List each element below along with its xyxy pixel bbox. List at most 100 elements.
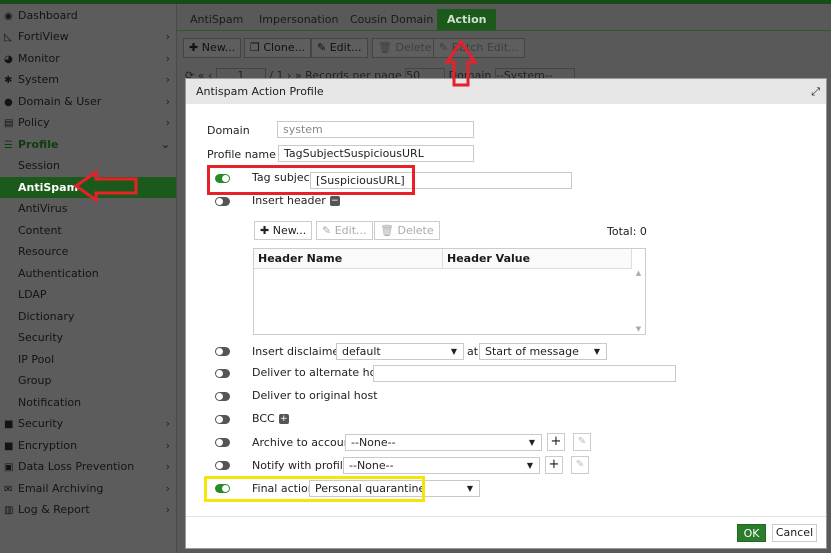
new-button[interactable]: ✚ New... xyxy=(183,38,242,58)
disclaimer-position-select[interactable]: Start of message xyxy=(479,343,607,360)
pie-icon: ◕ xyxy=(4,54,13,65)
header-new-button[interactable]: ✚ New... xyxy=(254,221,313,240)
trash-icon: 🗑 xyxy=(378,41,392,54)
sidebar-item-security[interactable]: ■ Security › xyxy=(0,413,176,434)
header-edit-button[interactable]: ✎ Edit... xyxy=(316,221,373,240)
chart-icon: ◺ xyxy=(4,32,12,43)
insert-header-label: Insert header − xyxy=(252,194,340,207)
final-action-toggle[interactable] xyxy=(215,484,230,493)
tab-impersonation[interactable]: Impersonation xyxy=(249,9,348,30)
collapse-icon[interactable]: − xyxy=(329,196,340,206)
sidebar: ◉ Dashboard ◺ FortiView › ◕ Monitor › ✱ System… xyxy=(0,4,177,553)
domain-label: Domain xyxy=(207,124,250,137)
sidebar-item-session[interactable]: Session xyxy=(0,155,176,176)
insert-disclaimer-label: Insert disclaimer xyxy=(252,345,344,358)
chevron-down-icon: ⌄ xyxy=(160,138,170,151)
clone-icon: ❐ xyxy=(250,41,260,54)
plus-icon: ✚ xyxy=(260,224,270,237)
header-table: Header Name Header Value ▲ ▼ xyxy=(253,248,646,335)
edit-icon: ✎ xyxy=(317,41,327,54)
add-archive-button[interactable]: + xyxy=(547,433,565,451)
policy-icon: ▤ xyxy=(4,118,14,129)
table-scrollbar[interactable]: ▲ ▼ xyxy=(632,269,645,334)
deliver-original-host-label: Deliver to original host xyxy=(252,389,378,402)
profile-name-field[interactable]: TagSubjectSuspiciousURL xyxy=(278,145,474,162)
header-delete-button[interactable]: 🗑 Delete xyxy=(374,221,440,240)
pencil-icon: ✎ xyxy=(439,41,449,54)
edit-button[interactable]: ✎ Edit... xyxy=(311,38,368,58)
sidebar-item-group[interactable]: Group xyxy=(0,370,176,391)
chevron-right-icon: › xyxy=(165,95,170,108)
archive-toggle[interactable] xyxy=(215,438,230,447)
mail-icon: ✉ xyxy=(4,484,13,495)
disclaimer-select[interactable]: default xyxy=(336,343,464,360)
tab-action[interactable]: Action xyxy=(437,9,497,30)
sidebar-item-dictionary[interactable]: Dictionary xyxy=(0,306,176,327)
sidebar-item-notification[interactable]: Notification xyxy=(0,392,176,413)
dialog-title: Antispam Action Profile xyxy=(196,85,324,98)
chevron-right-icon: › xyxy=(165,439,170,452)
tab-divider xyxy=(177,30,831,31)
chevron-right-icon: › xyxy=(165,482,170,495)
sidebar-item-content[interactable]: Content xyxy=(0,220,176,241)
report-icon: ▥ xyxy=(4,505,14,516)
tag-subject-toggle[interactable] xyxy=(215,174,230,183)
cancel-button[interactable]: Cancel xyxy=(772,524,817,542)
sidebar-item-ldap[interactable]: LDAP xyxy=(0,284,176,305)
expand-icon[interactable]: + xyxy=(278,414,289,424)
sidebar-item-profile[interactable]: ☰ Profile ⌄ xyxy=(0,134,176,155)
clone-button[interactable]: ❐ Clone... xyxy=(244,38,312,58)
dialog-footer-divider xyxy=(186,516,826,517)
sidebar-item-antispam[interactable]: AntiSpam xyxy=(0,177,176,198)
gear-icon: ✱ xyxy=(4,75,13,86)
final-action-label: Final action xyxy=(252,482,315,495)
sidebar-item-security-profile[interactable]: Security xyxy=(0,327,176,348)
bcc-toggle[interactable] xyxy=(215,415,230,424)
sidebar-item-system[interactable]: ✱ System › xyxy=(0,69,176,90)
final-action-select[interactable]: Personal quarantine xyxy=(309,480,480,497)
sidebar-item-monitor[interactable]: ◕ Monitor › xyxy=(0,48,176,69)
sidebar-item-email-archiving[interactable]: ✉ Email Archiving › xyxy=(0,478,176,499)
sidebar-item-policy[interactable]: ▤ Policy › xyxy=(0,112,176,133)
ok-button[interactable]: OK xyxy=(737,524,766,542)
alternate-host-field[interactable] xyxy=(373,365,676,382)
sidebar-item-domain-user[interactable]: ● Domain & User › xyxy=(0,91,176,112)
sidebar-item-resource[interactable]: Resource xyxy=(0,241,176,262)
chevron-right-icon: › xyxy=(165,30,170,43)
insert-disclaimer-toggle[interactable] xyxy=(215,347,230,356)
dlp-icon: ▣ xyxy=(4,462,14,473)
deliver-alternate-host-toggle[interactable] xyxy=(215,369,230,378)
chevron-right-icon: › xyxy=(165,460,170,473)
notify-toggle[interactable] xyxy=(215,461,230,470)
archive-account-select[interactable]: --None-- xyxy=(345,434,542,451)
sidebar-item-encryption[interactable]: ■ Encryption › xyxy=(0,435,176,456)
sidebar-item-authentication[interactable]: Authentication xyxy=(0,263,176,284)
deliver-original-host-toggle[interactable] xyxy=(215,392,230,401)
maximize-icon[interactable]: ⤢ xyxy=(811,79,820,104)
chevron-right-icon: › xyxy=(165,52,170,65)
batch-edit-button[interactable]: ✎ Batch Edit... xyxy=(433,38,525,58)
sidebar-item-log-report[interactable]: ▥ Log & Report › xyxy=(0,499,176,520)
edit-archive-button[interactable]: ✎ xyxy=(573,433,591,451)
column-header-value[interactable]: Header Value xyxy=(443,249,632,269)
sidebar-item-dashboard[interactable]: ◉ Dashboard xyxy=(0,5,176,26)
sidebar-item-ip-pool[interactable]: IP Pool xyxy=(0,349,176,370)
chevron-right-icon: › xyxy=(165,417,170,430)
sidebar-item-dlp[interactable]: ▣ Data Loss Prevention › xyxy=(0,456,176,477)
column-header-name[interactable]: Header Name xyxy=(254,249,443,269)
tab-antispam[interactable]: AntiSpam xyxy=(180,9,253,30)
sidebar-item-antivirus[interactable]: AntiVirus xyxy=(0,198,176,219)
domain-field: system xyxy=(277,121,474,138)
insert-header-toggle[interactable] xyxy=(215,197,230,206)
notify-profile-select[interactable]: --None-- xyxy=(343,457,540,474)
add-notify-button[interactable]: + xyxy=(545,456,563,474)
bcc-label: BCC + xyxy=(252,412,289,425)
header-total: Total: 0 xyxy=(607,225,647,238)
archive-label: Archive to account xyxy=(252,436,356,449)
edit-notify-button[interactable]: ✎ xyxy=(571,456,589,474)
tag-subject-field[interactable]: [SuspiciousURL] xyxy=(310,172,572,189)
user-icon: ● xyxy=(4,97,13,108)
tab-cousin-domain[interactable]: Cousin Domain xyxy=(340,9,443,30)
delete-button[interactable]: 🗑 Delete xyxy=(372,38,438,58)
sidebar-item-fortiview[interactable]: ◺ FortiView › xyxy=(0,26,176,47)
